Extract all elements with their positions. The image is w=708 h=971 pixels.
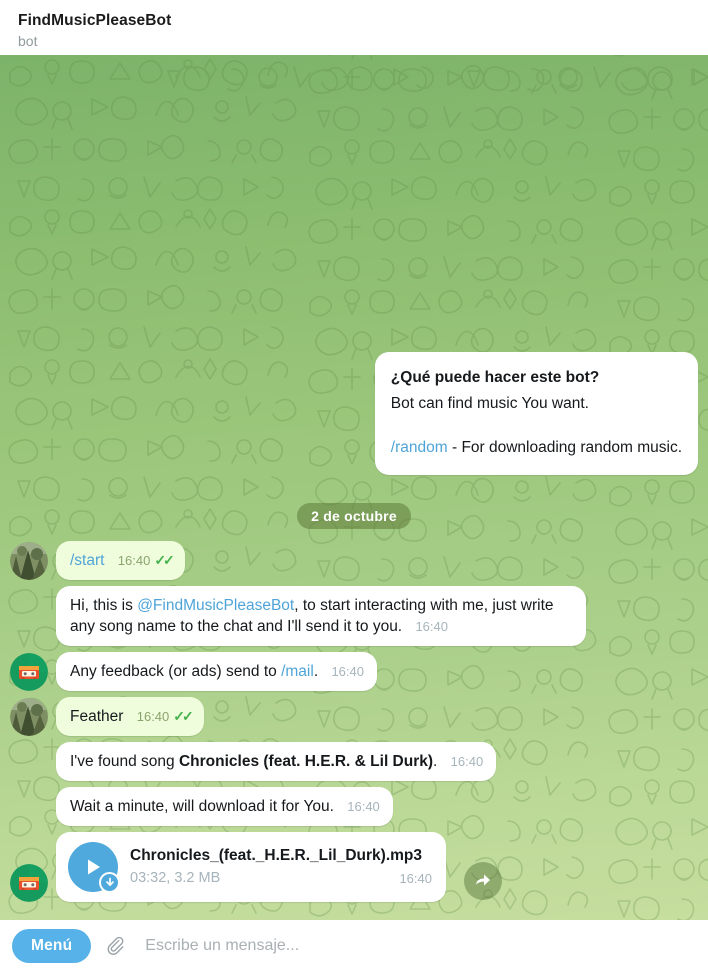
page-title: FindMusicPleaseBot bbox=[18, 11, 172, 29]
user-avatar[interactable] bbox=[10, 698, 48, 736]
date-divider: 2 de octubre bbox=[297, 503, 411, 529]
message-bubble-found-song: I've found song Chronicles (feat. H.E.R.… bbox=[56, 742, 497, 781]
bot-intro-row: ¿Qué puede hacer este bot? Bot can find … bbox=[10, 352, 698, 475]
random-command-description: - For downloading random music. bbox=[447, 439, 682, 456]
message-row-feather-query: Feather 16:40 ✓✓ bbox=[10, 697, 698, 736]
message-meta: 16:40 bbox=[347, 796, 380, 817]
forward-button[interactable] bbox=[464, 862, 502, 900]
chat-header[interactable]: FindMusicPleaseBot bot bbox=[0, 0, 708, 55]
message-time: 16:40 bbox=[415, 619, 448, 634]
message-bubble-welcome: Hi, this is @FindMusicPleaseBot, to star… bbox=[56, 586, 586, 646]
welcome-text-before: Hi, this is bbox=[70, 597, 138, 614]
message-time: 16:40 bbox=[136, 709, 170, 724]
message-row-wait-download: Wait a minute, will download it for You.… bbox=[10, 787, 698, 826]
message-row-found-song: I've found song Chronicles (feat. H.E.R.… bbox=[10, 742, 698, 781]
audio-file-info: Chronicles_(feat._H.E.R._Lil_Durk).mp3 0… bbox=[130, 845, 432, 889]
audio-play-control[interactable] bbox=[68, 842, 120, 893]
read-receipt-icon: ✓✓ bbox=[173, 708, 194, 724]
message-bubble-feather-query: Feather 16:40 ✓✓ bbox=[56, 697, 204, 736]
audio-message-bubble[interactable]: Chronicles_(feat._H.E.R._Lil_Durk).mp3 0… bbox=[56, 832, 446, 902]
chat-status: bot bbox=[18, 32, 38, 49]
message-time: 16:40 bbox=[399, 871, 432, 886]
message-list: ¿Qué puede hacer este bot? Bot can find … bbox=[0, 55, 708, 920]
message-time: 16:40 bbox=[347, 799, 380, 814]
read-receipt-icon: ✓✓ bbox=[154, 552, 175, 568]
message-meta: 16:40 ✓✓ bbox=[117, 550, 175, 571]
menu-button[interactable]: Menú bbox=[12, 928, 92, 963]
bot-description-title: ¿Qué puede hacer este bot? bbox=[390, 369, 600, 386]
message-row-feedback: Any feedback (or ads) send to /mail. 16:… bbox=[10, 652, 698, 691]
message-bubble-wait-download: Wait a minute, will download it for You.… bbox=[56, 787, 393, 826]
forward-arrow-icon bbox=[476, 874, 490, 886]
message-bubble-feedback: Any feedback (or ads) send to /mail. 16:… bbox=[56, 652, 377, 691]
message-composer: Menú bbox=[0, 920, 708, 971]
download-icon bbox=[105, 877, 114, 886]
user-avatar-image bbox=[10, 698, 48, 736]
paperclip-icon bbox=[107, 936, 124, 955]
audio-file-meta: 03:32, 3.2 MB 16:40 bbox=[130, 868, 432, 889]
message-row-start-command: /start 16:40 ✓✓ bbox=[10, 541, 698, 580]
message-meta: 16:40 bbox=[415, 616, 448, 637]
download-badge[interactable] bbox=[99, 872, 120, 893]
wait-download-text: Wait a minute, will download it for You. bbox=[70, 798, 334, 815]
message-row-welcome: Hi, this is @FindMusicPleaseBot, to star… bbox=[10, 586, 698, 646]
bot-description-line-1: Bot can find music You want. bbox=[390, 395, 589, 412]
user-avatar[interactable] bbox=[10, 542, 48, 580]
telegram-chat-window: FindMusicPleaseBot bot ¿Qué puede hacer … bbox=[0, 0, 708, 971]
found-song-text-after: . bbox=[433, 753, 438, 770]
message-time: 16:40 bbox=[117, 553, 151, 568]
audio-file-name: Chronicles_(feat._H.E.R._Lil_Durk).mp3 bbox=[130, 847, 422, 864]
bot-avatar-image bbox=[10, 864, 48, 902]
bot-description-bubble: ¿Qué puede hacer este bot? Bot can find … bbox=[374, 352, 698, 475]
feedback-text-after: . bbox=[313, 663, 319, 680]
chat-scroll-area[interactable]: ¿Qué puede hacer este bot? Bot can find … bbox=[0, 55, 708, 920]
message-meta: 16:40 ✓✓ bbox=[136, 706, 194, 727]
message-bubble-start-command: /start 16:40 ✓✓ bbox=[56, 541, 185, 580]
found-song-text-before: I've found song bbox=[70, 753, 179, 770]
attach-button[interactable] bbox=[103, 933, 129, 959]
bot-description-line-2: /random - For downloading random music. bbox=[391, 435, 682, 461]
bot-avatar-image bbox=[10, 653, 48, 691]
user-avatar-image bbox=[10, 542, 48, 580]
feedback-text-before: Any feedback (or ads) send to bbox=[70, 663, 282, 680]
bot-avatar[interactable] bbox=[10, 864, 48, 902]
mail-command-link[interactable]: /mail bbox=[281, 663, 314, 680]
found-song-title: Chronicles (feat. H.E.R. & Lil Durk) bbox=[178, 753, 434, 770]
message-time: 16:40 bbox=[450, 754, 484, 769]
feather-query-text: Feather bbox=[70, 708, 124, 725]
date-divider-row: 2 de octubre bbox=[10, 503, 698, 529]
message-input[interactable] bbox=[141, 936, 696, 955]
message-time: 16:40 bbox=[331, 664, 364, 679]
bot-mention-link[interactable]: @FindMusicPleaseBot bbox=[137, 597, 294, 614]
bot-avatar[interactable] bbox=[10, 653, 48, 691]
audio-duration-size: 03:32, 3.2 MB bbox=[130, 870, 221, 886]
message-meta: 16:40 bbox=[331, 661, 364, 682]
message-meta: 16:40 bbox=[451, 751, 484, 772]
message-row-audio-file: Chronicles_(feat._H.E.R._Lil_Durk).mp3 0… bbox=[10, 832, 698, 902]
start-command-text[interactable]: /start bbox=[70, 552, 104, 569]
random-command-link[interactable]: /random bbox=[391, 439, 448, 456]
